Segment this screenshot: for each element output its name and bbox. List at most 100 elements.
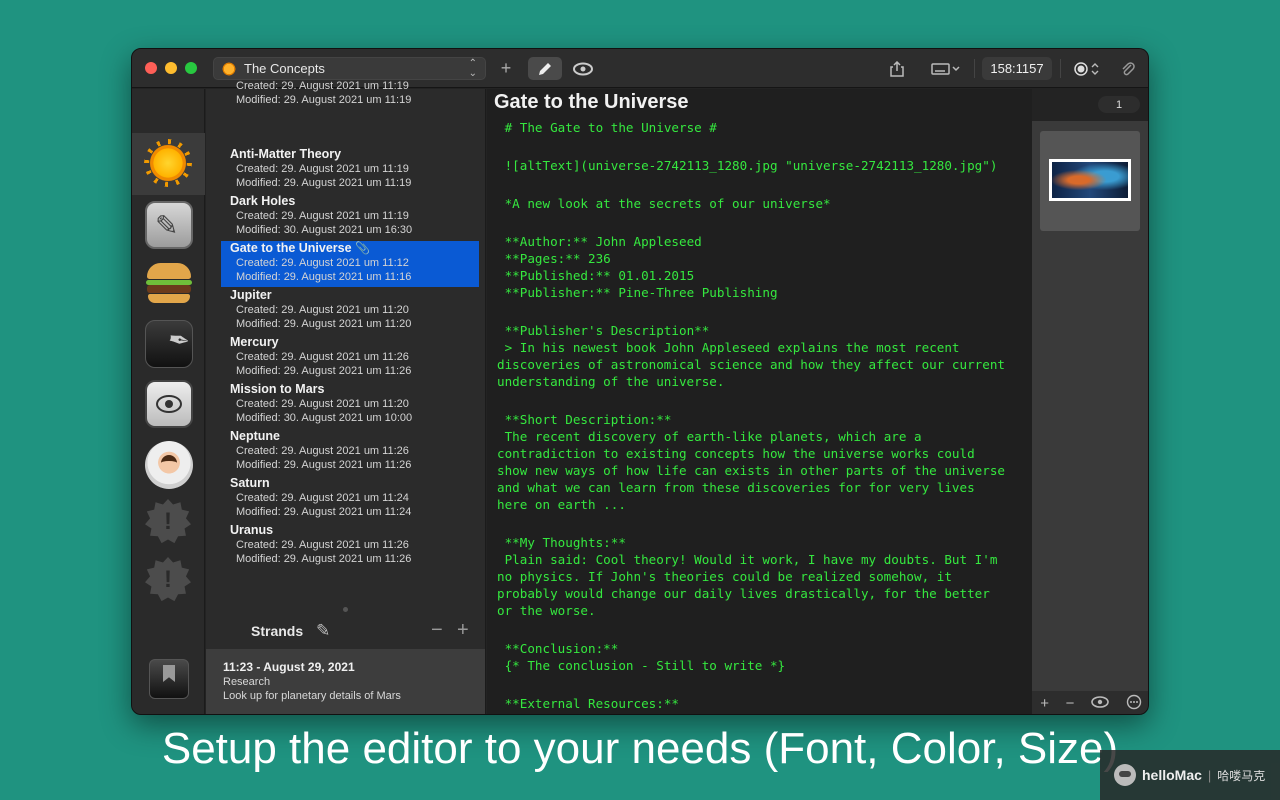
attachment-button[interactable] xyxy=(1116,57,1140,80)
category-warning-badge-icon[interactable]: ! xyxy=(145,557,191,602)
keyboard-icon xyxy=(931,62,960,75)
list-item-title: Neptune xyxy=(230,429,280,443)
list-item-created: Created: 29. August 2021 um 11:24 xyxy=(236,492,409,504)
category-notepad-icon[interactable]: ✒ xyxy=(145,320,193,368)
sun-icon xyxy=(221,60,237,77)
list-item[interactable]: Anti-Matter Theory Created: 29. August 2… xyxy=(221,147,479,193)
chevron-updown-icon: ⌃ ⌄ xyxy=(468,57,477,79)
zoom-button[interactable] xyxy=(185,62,197,74)
list-item-title: Mission to Mars xyxy=(230,382,325,396)
list-item-modified: Modified: 30. August 2021 um 16:30 xyxy=(236,224,413,236)
list-item-title: Anti-Matter Theory xyxy=(230,147,342,161)
preview-toolbar: + − xyxy=(1032,691,1148,714)
editor-line: or the worse. xyxy=(497,603,596,618)
bookmarks-icon[interactable] xyxy=(149,659,189,699)
editor-text-area[interactable]: # The Gate to the Universe # ![altText](… xyxy=(497,119,1027,712)
list-item-modified: Modified: 29. August 2021 um 11:16 xyxy=(236,271,412,283)
editor-title: Gate to the Universe xyxy=(494,91,689,113)
document-selector[interactable]: The Concepts ⌃ ⌄ xyxy=(213,57,486,80)
status-selector[interactable] xyxy=(1068,57,1108,80)
editor-line: understanding of the universe. xyxy=(497,374,725,389)
category-astronaut-icon[interactable] xyxy=(145,441,193,489)
document-name: The Concepts xyxy=(244,61,325,76)
list-item[interactable]: Saturn Created: 29. August 2021 um 11:24… xyxy=(221,476,479,522)
strand-category: Research xyxy=(223,676,271,688)
remove-icon[interactable]: − xyxy=(1066,695,1075,712)
category-sun-icon[interactable] xyxy=(144,139,192,187)
edit-strands-pencil-icon[interactable]: ✎ xyxy=(316,621,330,641)
list-item-title: Jupiter xyxy=(230,288,272,302)
add-button[interactable]: + xyxy=(496,57,516,80)
editor-line: show new ways of how life can exists in … xyxy=(497,463,1005,478)
app-window: The Concepts ⌃ ⌄ + 158:1157 ✎ ✒ ! ! Crea… xyxy=(131,48,1149,715)
list-item-title: Dark Holes xyxy=(230,194,296,208)
editor-line: **Published:** 01.01.2015 xyxy=(497,268,695,283)
image-thumbnail-card[interactable] xyxy=(1040,131,1140,231)
list-item-title: Gate to the Universe xyxy=(230,241,352,255)
editor-line: **Conclusion:** xyxy=(497,641,619,656)
list-item-modified: Modified: 29. August 2021 um 11:24 xyxy=(236,506,412,518)
preview-mode-button[interactable] xyxy=(568,57,598,80)
list-item-created: Created: 29. August 2021 um 11:20 xyxy=(236,398,409,410)
list-item-title: Uranus xyxy=(230,523,274,537)
hellomac-logo-icon xyxy=(1114,764,1136,786)
add-icon[interactable]: + xyxy=(1040,695,1049,712)
editor-line: *A new look at the secrets of our univer… xyxy=(497,196,831,211)
list-item-created: Created: 29. August 2021 um 11:12 xyxy=(236,257,409,269)
list-item[interactable]: Jupiter Created: 29. August 2021 um 11:2… xyxy=(221,288,479,334)
close-button[interactable] xyxy=(145,62,157,74)
editor-line: # The Gate to the Universe # xyxy=(497,120,717,135)
category-attachments-icon[interactable]: ✎ xyxy=(145,201,193,249)
category-warning-badge-icon[interactable]: ! xyxy=(145,499,191,544)
edit-mode-button[interactable] xyxy=(528,57,562,80)
list-item[interactable]: Mercury Created: 29. August 2021 um 11:2… xyxy=(221,335,479,381)
universe-image-thumbnail xyxy=(1049,159,1131,201)
eye-icon[interactable] xyxy=(1091,695,1109,712)
more-options-icon[interactable] xyxy=(1126,694,1142,714)
toolbar-separator xyxy=(974,59,975,78)
document-list: Created: 29. August 2021 um 11:19 Modifi… xyxy=(206,80,486,714)
category-eye-icon[interactable] xyxy=(145,380,193,428)
minimize-button[interactable] xyxy=(165,62,177,74)
list-item[interactable]: Mission to Mars Created: 29. August 2021… xyxy=(221,382,479,428)
format-menu-button[interactable] xyxy=(926,57,966,80)
list-item-modified: Modified: 29. August 2021 um 11:19 xyxy=(236,94,412,106)
strands-label: Strands xyxy=(251,623,304,639)
list-item-modified: Modified: 29. August 2021 um 11:26 xyxy=(236,459,412,471)
list-item-selected[interactable]: Gate to the Universe 📎 Created: 29. Augu… xyxy=(221,241,479,287)
paperclip-icon xyxy=(1122,61,1135,75)
category-burger-icon[interactable] xyxy=(145,259,193,307)
promo-caption: Setup the editor to your needs (Font, Co… xyxy=(161,724,1119,773)
add-strand-button[interactable]: + xyxy=(457,619,469,642)
list-item-title: Mercury xyxy=(230,335,279,349)
remove-strand-button[interactable]: − xyxy=(431,619,443,642)
list-item-modified: Modified: 30. August 2021 um 10:00 xyxy=(236,412,413,424)
list-item[interactable]: Neptune Created: 29. August 2021 um 11:2… xyxy=(221,429,479,475)
markdown-editor[interactable]: Gate to the Universe # The Gate to the U… xyxy=(487,89,1032,714)
editor-line: **Author:** John Appleseed xyxy=(497,234,702,249)
split-drag-handle[interactable] xyxy=(343,607,348,612)
page-count-badge: 1 xyxy=(1098,96,1140,113)
list-item[interactable]: Uranus Created: 29. August 2021 um 11:26… xyxy=(221,523,479,569)
strand-entry[interactable]: 11:23 - August 29, 2021 Research Look up… xyxy=(206,649,485,714)
editor-line: **External Resources:** xyxy=(497,696,679,711)
list-item-title-row: Gate to the Universe 📎 xyxy=(230,241,479,256)
list-item-created: Created: 29. August 2021 um 11:20 xyxy=(236,304,409,316)
watermark-cn: 哈喽马克 xyxy=(1217,768,1266,783)
share-button[interactable] xyxy=(886,57,908,80)
editor-line: no physics. If John's theories could be … xyxy=(497,569,952,584)
editor-line: The recent discovery of earth-like plane… xyxy=(497,429,922,444)
word-counter[interactable]: 158:1157 xyxy=(982,57,1052,80)
editor-line: contradiction to existing concepts how t… xyxy=(497,446,975,461)
list-item[interactable]: Created: 29. August 2021 um 11:19 Modifi… xyxy=(221,79,479,125)
editor-line: **Pages:** 236 xyxy=(497,251,611,266)
list-item-created: Created: 29. August 2021 um 11:19 xyxy=(236,210,409,222)
list-item[interactable]: Dark Holes Created: 29. August 2021 um 1… xyxy=(221,194,479,240)
